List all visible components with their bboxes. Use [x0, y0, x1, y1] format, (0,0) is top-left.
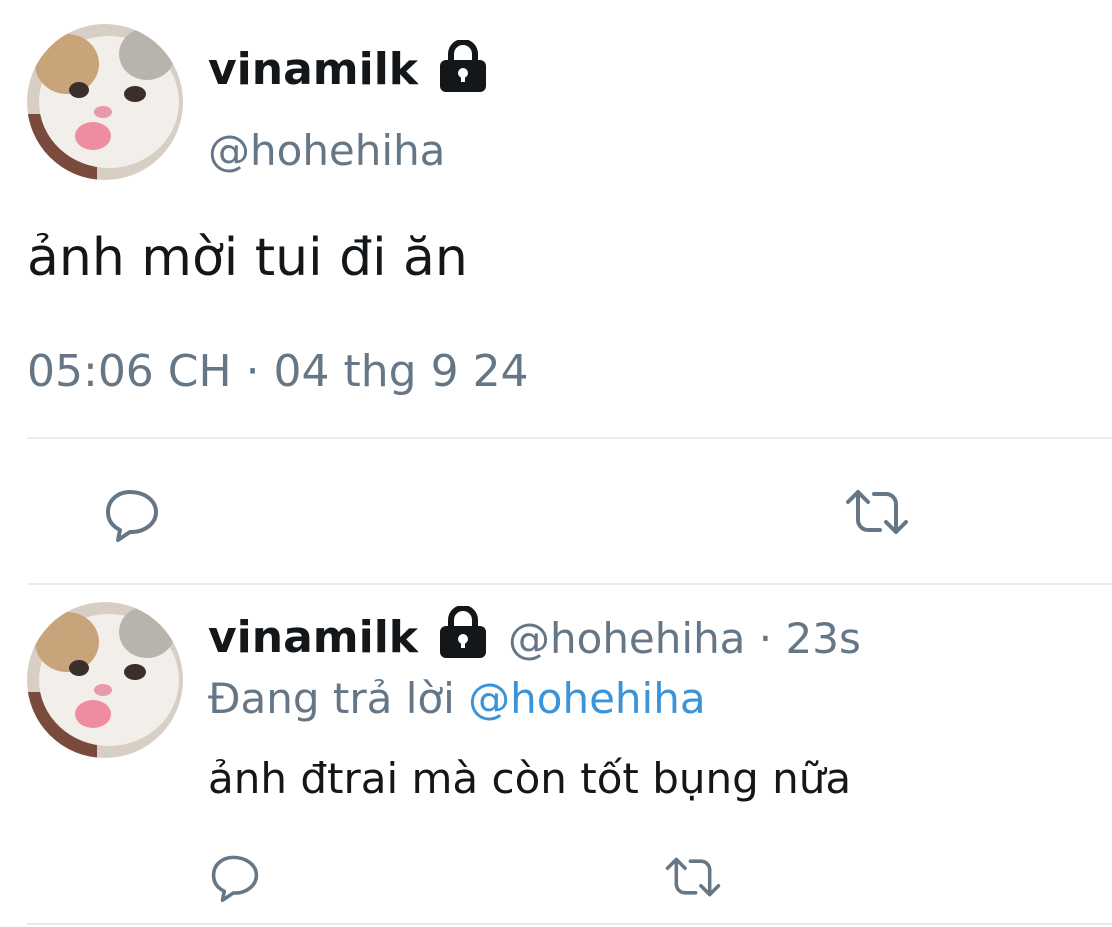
divider — [27, 437, 1112, 439]
retweet-button[interactable] — [664, 854, 722, 904]
reply-icon — [104, 490, 160, 546]
lock-icon — [438, 39, 488, 96]
divider — [27, 583, 1112, 585]
replying-to-mention[interactable]: @hohehiha — [468, 674, 705, 723]
display-name[interactable]: vinamilk — [208, 44, 418, 95]
tweet-timestamp[interactable]: 05:06 CH · 04 thg 9 24 — [27, 346, 529, 397]
retweet-icon — [844, 490, 910, 542]
reply-button[interactable] — [210, 852, 260, 906]
retweet-icon — [664, 857, 722, 904]
divider — [27, 923, 1112, 925]
reply-header-meta: @hohehiha · 23s — [508, 614, 861, 663]
lock-icon — [438, 605, 488, 662]
user-handle[interactable]: @hohehiha — [208, 126, 445, 175]
reply-button[interactable] — [104, 486, 160, 546]
tweet-age[interactable]: 23s — [786, 614, 861, 663]
replying-to-label: Đang trả lời — [208, 674, 455, 723]
avatar[interactable] — [27, 602, 183, 758]
avatar[interactable] — [27, 24, 183, 180]
tweet-text: ảnh đtrai mà còn tốt bụng nữa — [208, 754, 852, 803]
reply-icon — [210, 855, 260, 906]
separator: · — [758, 614, 773, 663]
retweet-button[interactable] — [844, 486, 910, 542]
tweet-text: ảnh mời tui đi ăn — [27, 228, 468, 288]
user-handle[interactable]: @hohehiha — [508, 614, 745, 663]
replying-to: Đang trả lời @hohehiha — [208, 674, 706, 723]
display-name[interactable]: vinamilk — [208, 612, 418, 663]
